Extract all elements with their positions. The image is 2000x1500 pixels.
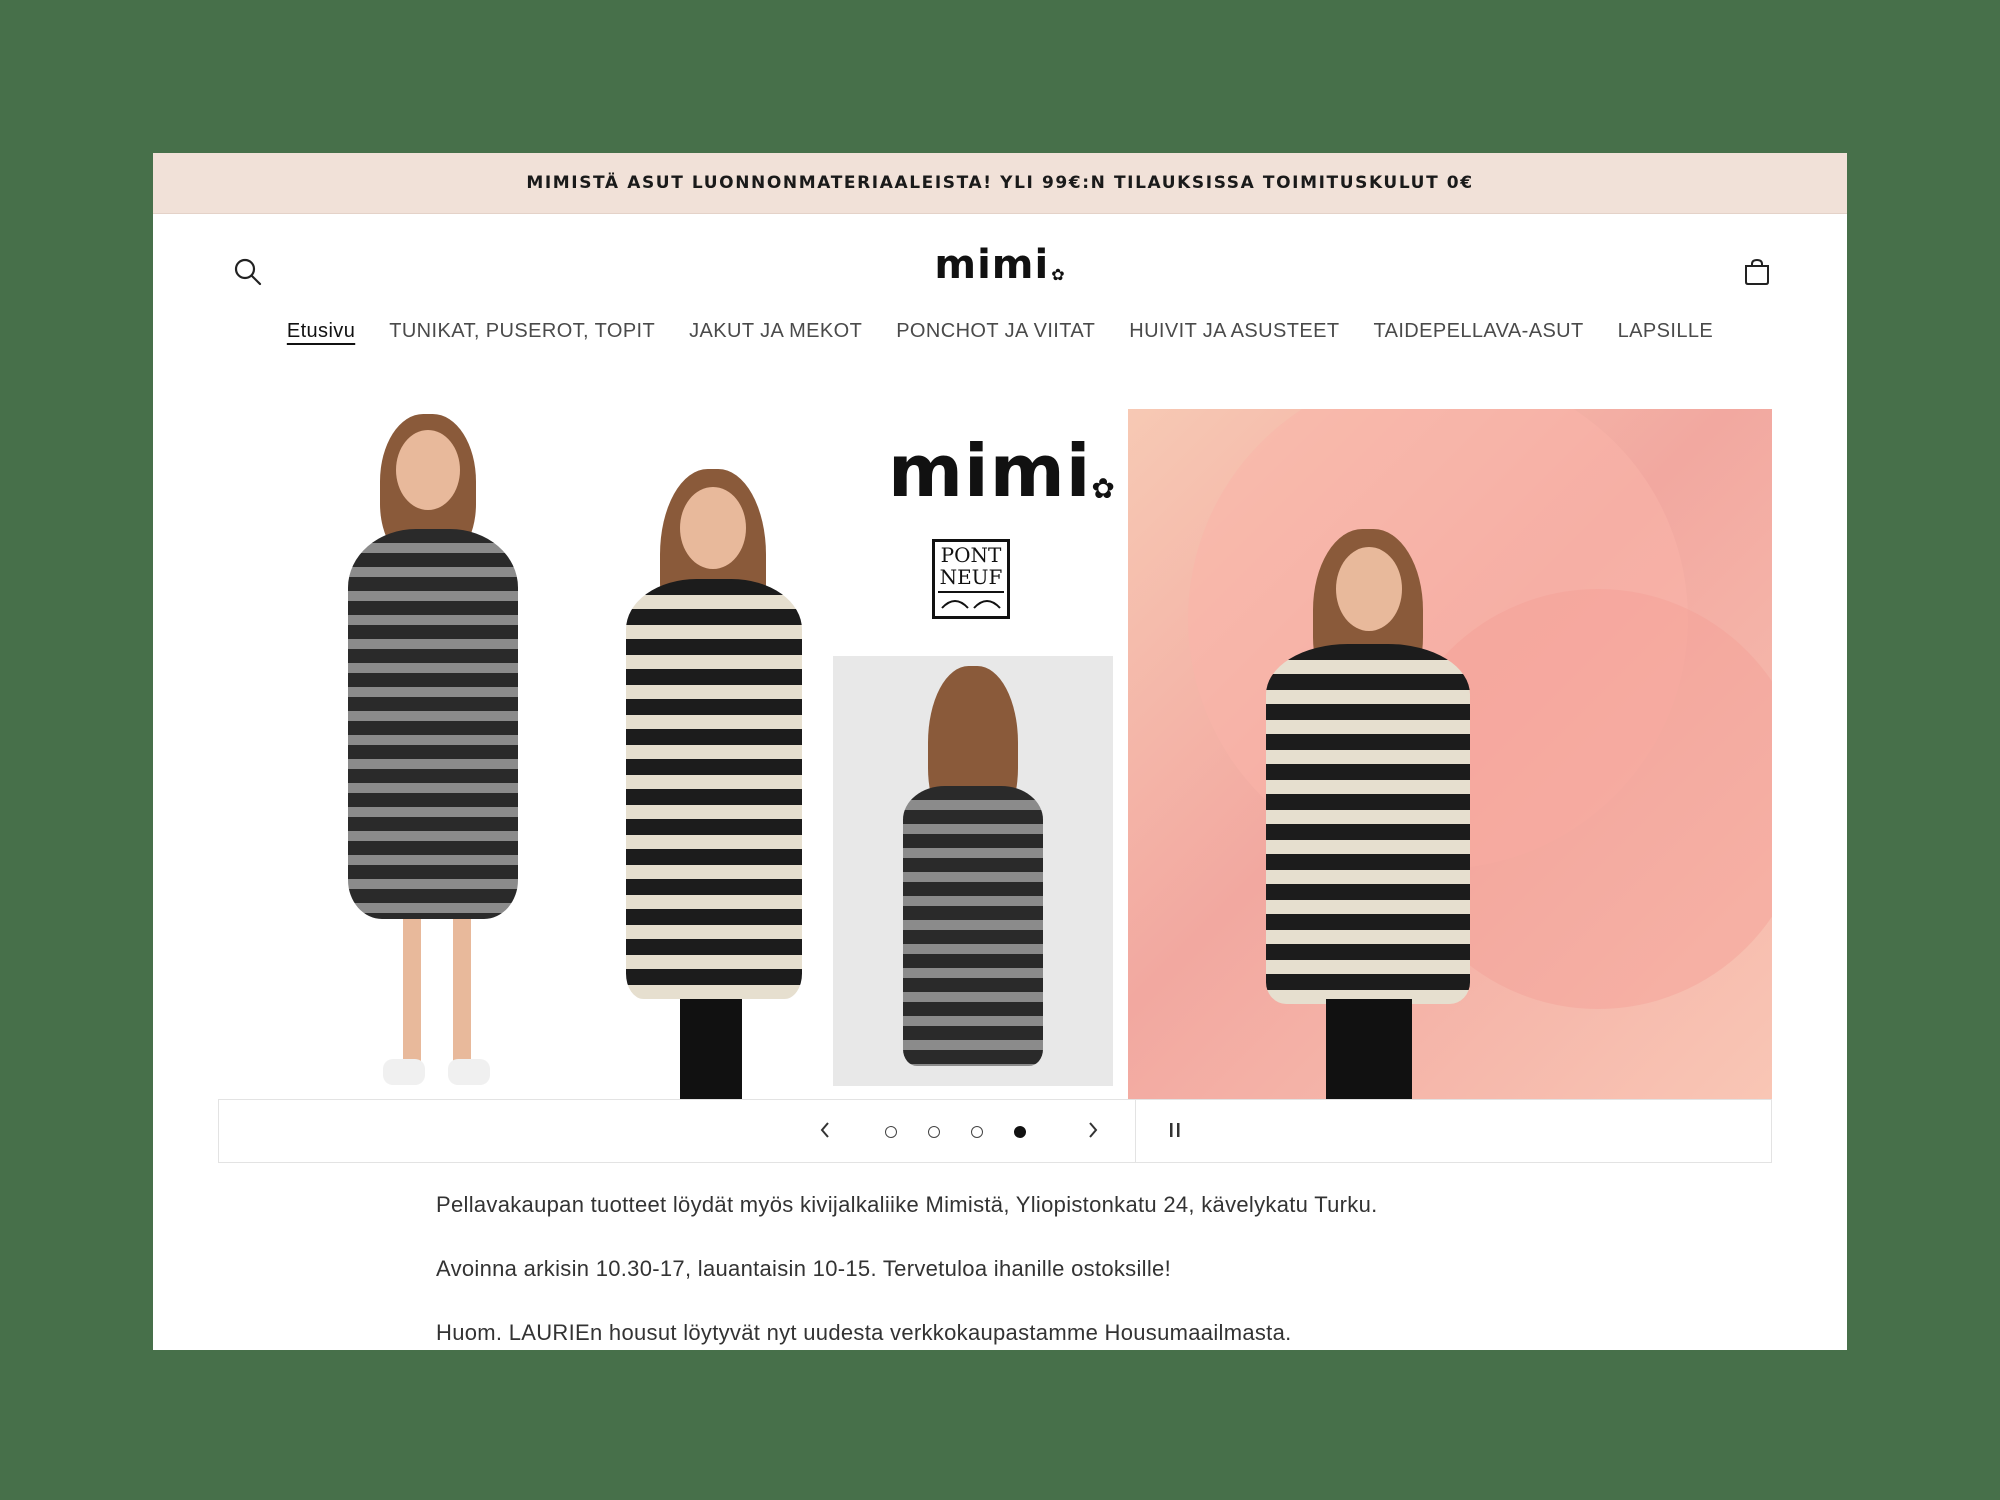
model-photo-2 (598, 469, 828, 1099)
slide-dot-3[interactable] (971, 1126, 983, 1138)
main-nav: Etusivu TUNIKAT, PUSEROT, TOPIT JAKUT JA… (153, 314, 1847, 349)
flower-icon: ✿ (1051, 265, 1066, 284)
slide-image-collage: mimi ✿ PONT NEUF (218, 409, 1126, 1099)
pause-icon (1170, 1123, 1180, 1137)
slide-dot-2[interactable] (928, 1126, 940, 1138)
site-logo-text: mimi (934, 242, 1050, 288)
slide-dot-1[interactable] (885, 1126, 897, 1138)
pause-slideshow-button[interactable] (1169, 1120, 1181, 1144)
model-photo-3 (1238, 529, 1498, 1099)
slide-dot-4[interactable] (1014, 1126, 1026, 1138)
chevron-left-icon (820, 1122, 829, 1138)
store-hours-text: Avoinna arkisin 10.30-17, lauantaisin 10… (436, 1256, 1171, 1281)
next-slide-button[interactable] (1087, 1120, 1099, 1145)
slide-image-model (1128, 409, 1772, 1099)
site-header: mimi ✿ Etusivu TUNIKAT, PUSEROT, TOPIT J… (153, 214, 1847, 342)
prev-slide-button[interactable] (819, 1120, 831, 1145)
cart-icon (1745, 258, 1769, 285)
bridge-icon (938, 591, 1004, 609)
site-logo[interactable]: mimi ✿ (934, 242, 1065, 288)
partner-logo-line1: PONT (940, 543, 1002, 567)
nav-item-huivit[interactable]: HUIVIT JA ASUSTEET (1129, 314, 1339, 349)
slideshow-controls (218, 1099, 1772, 1163)
store-location-text: Pellavakaupan tuotteet löydät myös kivij… (436, 1192, 1378, 1217)
model-photo-back (833, 656, 1113, 1086)
search-button[interactable] (228, 252, 268, 292)
hero-slideshow: mimi ✿ PONT NEUF (218, 409, 1772, 1099)
store-notice-text: Huom. LAURIEn housut löytyvät nyt uudest… (436, 1320, 1292, 1345)
nav-item-etusivu[interactable]: Etusivu (287, 314, 355, 349)
brand-logo-text: mimi (888, 429, 1092, 513)
partner-logo: PONT NEUF (932, 539, 1010, 619)
model-photo-1 (308, 414, 548, 1094)
nav-item-ponchot[interactable]: PONCHOT JA VIITAT (896, 314, 1095, 349)
store-info: Pellavakaupan tuotteet löydät myös kivij… (436, 1193, 1636, 1350)
nav-item-taidepellava[interactable]: TAIDEPELLAVA-ASUT (1373, 314, 1583, 349)
search-icon (234, 258, 262, 286)
partner-logo-line2: NEUF (939, 565, 1003, 589)
announcement-text: MIMISTÄ ASUT LUONNONMATERIAALEISTA! YLI … (526, 173, 1474, 193)
nav-item-jakut[interactable]: JAKUT JA MEKOT (689, 314, 862, 349)
chevron-right-icon (1089, 1122, 1098, 1138)
controls-divider (1135, 1100, 1136, 1162)
cart-button[interactable] (1737, 252, 1777, 292)
browser-page: MIMISTÄ ASUT LUONNONMATERIAALEISTA! YLI … (153, 153, 1847, 1350)
flower-icon: ✿ (1091, 472, 1116, 505)
nav-item-lapsille[interactable]: LAPSILLE (1618, 314, 1714, 349)
nav-item-tunikat[interactable]: TUNIKAT, PUSEROT, TOPIT (389, 314, 655, 349)
announcement-bar: MIMISTÄ ASUT LUONNONMATERIAALEISTA! YLI … (153, 153, 1847, 214)
brand-logo: mimi ✿ (888, 429, 1116, 513)
